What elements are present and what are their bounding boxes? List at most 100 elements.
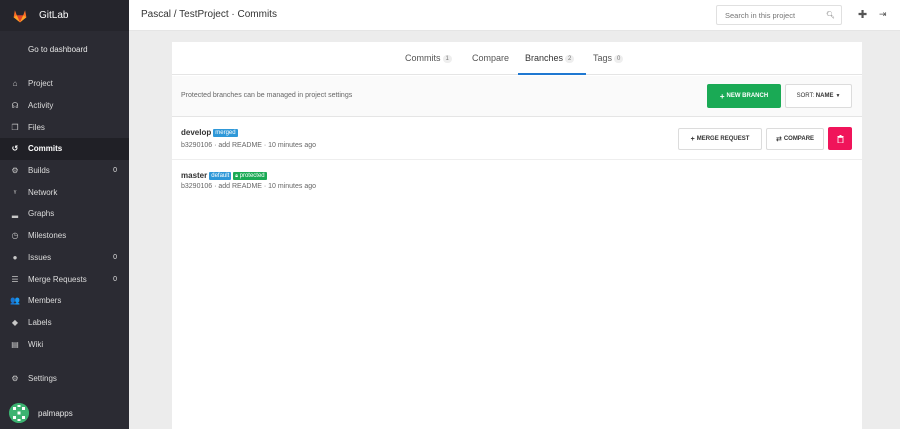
branch-name-line: develop merged [181,128,238,137]
sidebar-item-label: Wiki [28,339,44,349]
cogs-icon: ⚙ [11,374,19,384]
sidebar-item-issues[interactable]: ● Issues 0 [0,247,129,269]
branch-name-line: master default 🔒︎ protected [181,171,267,180]
builds-icon: ⚙ [11,166,19,176]
graph-icon: ▂ [11,209,19,219]
brand[interactable]: GitLab [0,0,129,31]
merge-request-button[interactable]: + MERGE REQUEST [678,128,762,150]
sidebar-item-label: Commits [28,144,63,154]
default-badge: default [209,172,232,180]
home-icon: ⌂ [12,79,18,89]
book-icon: ▤ [11,339,19,349]
activity-icon: ☊ [11,101,19,111]
lock-icon: 🔒︎ [235,173,238,179]
list-icon: ☰ [11,274,19,284]
sidebar-item-label: Settings [28,374,57,384]
branch-name-link[interactable]: develop [181,128,211,137]
sidebar-item-label: Merge Requests [28,274,87,284]
builds-count: 0 [113,167,117,175]
sidebar-item-project[interactable]: ⌂ Project [0,73,129,95]
tab-commits[interactable]: Commits 1 [405,53,452,63]
sidebar-item-label: Builds [28,166,50,176]
protected-label: protected [239,173,265,179]
app-name: GitLab [39,10,69,21]
sidebar-item-network[interactable]: ᵞ Network [0,181,129,203]
sign-out-icon[interactable]: ⇥ [879,9,887,20]
branch-row: master default 🔒︎ protected b3290106 · add… [172,161,862,201]
merge-request-label: MERGE REQUEST [696,136,750,142]
network-icon: ᵞ [13,187,17,197]
breadcrumb: Pascal / TestProject · Commits [141,9,277,20]
tab-compare[interactable]: Compare [472,53,509,63]
sidebar-item-label: Project [28,79,53,89]
compare-button[interactable]: ⇄ COMPARE [766,128,824,150]
search-box: 🔍︎ [716,5,842,25]
sidebar-item-label: Graphs [28,209,55,219]
plus-icon[interactable]: ✚ [858,8,867,21]
history-icon: ↺ [11,144,19,154]
sidebar-item-label: Members [28,296,62,306]
sidebar-item-label: Files [28,122,45,132]
clock-icon: ◷ [11,231,19,241]
project-tabs: Commits 1 Compare Branches 2 Tags 0 [172,42,862,75]
search-icon[interactable]: 🔍︎ [826,11,835,19]
branches-panel: Commits 1 Compare Branches 2 Tags 0 Protect… [172,42,862,429]
sort-dropdown[interactable]: SORT: NAME ▼ [785,84,852,108]
tab-tags[interactable]: Tags 0 [593,53,624,63]
branch-commit-info[interactable]: b3290106 · add README · 10 minutes ago [181,183,316,190]
protected-badge: 🔒︎ protected [233,172,267,180]
delete-branch-button[interactable] [828,127,852,150]
sidebar-item-label: Issues [28,252,52,262]
sidebar-item-files[interactable]: ❐ Files [0,116,129,138]
users-icon: 👥 [10,296,20,306]
new-branch-button[interactable]: + NEW BRANCH [707,84,781,108]
sidebar-item-merge-requests[interactable]: ☰ Merge Requests 0 [0,268,129,290]
tab-label: Commits [405,53,441,63]
active-tab-indicator [518,73,586,75]
merged-badge: merged [213,129,238,137]
avatar [9,403,29,423]
tab-label: Compare [472,53,510,63]
sidebar: GitLab Go to dashboard ⌂ Project ☊ Activ… [0,0,129,429]
caret-down-icon: ▼ [835,93,841,99]
settings-section: ⚙ Settings [0,368,129,390]
sort-label: SORT: [796,93,815,99]
protected-branches-info: Protected branches can be managed in pro… [181,92,353,99]
main-content: Commits 1 Compare Branches 2 Tags 0 Protect… [129,31,900,429]
search-input[interactable] [725,10,821,20]
branch-row: develop merged b3290106 · add README · 10… [172,118,862,160]
plus-icon: + [690,135,695,143]
sidebar-item-activity[interactable]: ☊ Activity [0,95,129,117]
info-bar: Protected branches can be managed in pro… [172,76,862,117]
sidebar-item-graphs[interactable]: ▂ Graphs [0,203,129,225]
sidebar-item-milestones[interactable]: ◷ Milestones [0,225,129,247]
tab-label: Tags [593,53,613,63]
sidebar-item-wiki[interactable]: ▤ Wiki [0,333,129,355]
issues-icon: ● [12,252,18,262]
sidebar-item-label: Milestones [28,231,67,241]
sidebar-item-commits[interactable]: ↺ Commits [0,138,129,160]
gitlab-logo-icon [13,9,27,22]
plus-icon: + [719,91,725,101]
sidebar-item-builds[interactable]: ⚙ Builds 0 [0,160,129,182]
sidebar-nav: ⌂ Project ☊ Activity ❐ Files ↺ Commits ⚙… [0,73,129,355]
files-icon: ❐ [11,122,19,132]
tag-icon: ◆ [11,317,19,327]
tab-branches[interactable]: Branches 2 [525,53,575,63]
sidebar-item-settings[interactable]: ⚙ Settings [0,368,129,390]
sidebar-item-members[interactable]: 👥 Members [0,290,129,312]
username: palmapps [38,408,73,418]
user-profile[interactable]: palmapps [0,399,129,427]
exchange-icon: ⇄ [775,136,782,143]
trash-icon [837,134,843,143]
sidebar-item-labels[interactable]: ◆ Labels [0,312,129,334]
top-header: Pascal / TestProject · Commits 🔍︎ ✚ ⇥ [129,0,900,31]
tab-count-badge: 2 [565,55,575,63]
sort-value: NAME [815,93,834,99]
sidebar-item-label: Activity [28,101,54,111]
branch-name-link[interactable]: master [181,171,207,180]
branch-commit-info[interactable]: b3290106 · add README · 10 minutes ago [181,142,316,149]
go-to-dashboard-link[interactable]: Go to dashboard [0,31,129,67]
compare-label: COMPARE [783,136,815,142]
new-branch-label: NEW BRANCH [726,93,769,99]
